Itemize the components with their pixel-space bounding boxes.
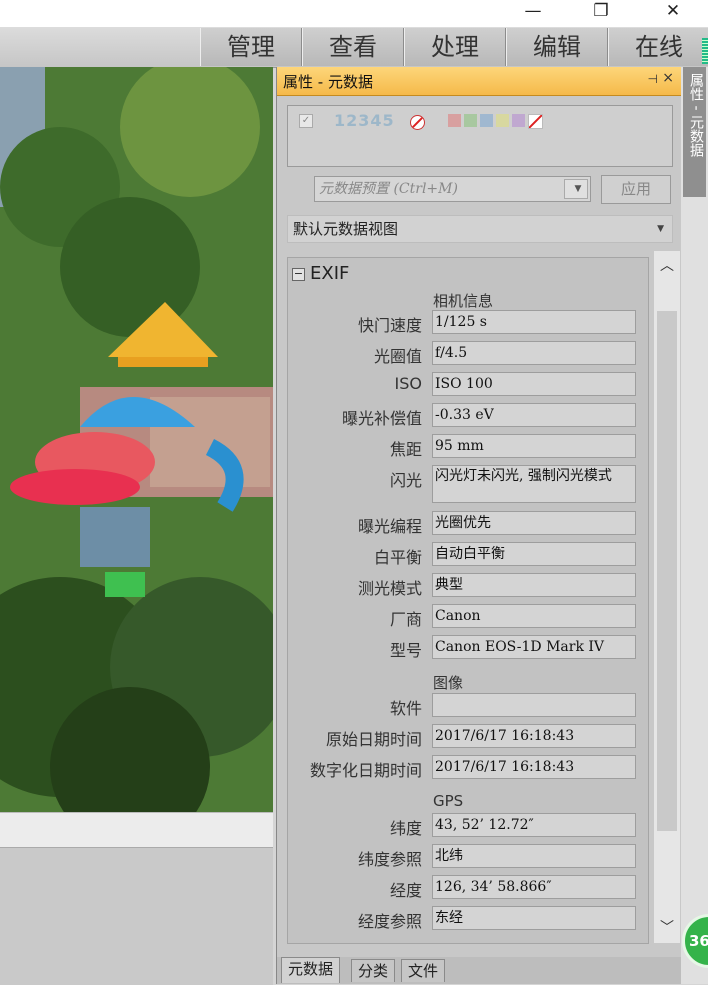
preset-placeholder: 元数据预置 (Ctrl+M) [319,181,458,197]
field-value[interactable]: 2017/6/17 16:18:43 [432,755,636,779]
exif-group-header[interactable]: − EXIF [292,263,349,284]
field-label: 白平衡 [373,548,422,567]
metadata-preset-dropdown[interactable]: 元数据预置 (Ctrl+M) ▼ [314,176,591,202]
field-label: 曝光补偿值 [341,409,422,428]
color-label-5[interactable] [512,114,525,127]
panel-tabs: 元数据 分类 文件 [277,957,682,984]
panel-title: 属性 - 元数据 [283,73,373,91]
field-label: 经度参照 [357,912,422,931]
color-label-1[interactable] [448,114,461,127]
section-image: 图像 [433,674,464,692]
filmstrip-area [0,812,273,848]
section-camera-info: 相机信息 [433,292,494,310]
no-color-label-icon[interactable] [528,114,543,129]
field-value[interactable]: 1/125 s [432,310,636,334]
rating-stars[interactable]: 12345 [334,111,395,130]
metadata-list: − EXIF 相机信息 快门速度 1/125 s 光圈值 f/4.5 ISO ISO 100… [287,257,649,944]
field-value[interactable]: Canon [432,604,636,628]
field-value[interactable]: -0.33 eV [432,403,636,427]
pin-icon[interactable]: ⊣ [648,72,658,86]
exif-label: EXIF [310,263,350,284]
field-label: 焦距 [389,440,422,459]
field-label: 快门速度 [357,316,422,335]
info-area [0,847,273,985]
field-value[interactable]: 95 mm [432,434,636,458]
tab-categories[interactable]: 分类 [351,959,396,982]
sidebar-tab-properties[interactable]: 属性 - 元数据 [683,67,706,197]
field-value[interactable]: 2017/6/17 16:18:43 [432,724,636,748]
field-value[interactable] [432,693,636,717]
minimize-button[interactable]: — [510,0,556,24]
color-label-2[interactable] [464,114,477,127]
mode-tab-process[interactable]: 处理 [404,28,506,66]
photo-image [0,67,273,812]
field-label: 厂商 [389,610,422,629]
scroll-up-icon[interactable]: ︿ [654,251,680,281]
field-label: 型号 [389,641,422,660]
apply-button[interactable]: 应用 [601,175,671,204]
mode-tab-edit[interactable]: 编辑 [506,28,608,66]
mode-tab-manage[interactable]: 管理 [200,28,302,66]
field-value[interactable]: 北纬 [432,844,636,868]
field-label: 光圈值 [373,347,422,366]
field-value[interactable]: 闪光灯未闪光, 强制闪光模式 [432,465,636,503]
title-bar: — ❐ ✕ [0,0,708,27]
field-value[interactable]: Canon EOS-1D Mark IV [432,635,636,659]
field-label: 曝光编程 [357,517,422,536]
activity-meter [702,38,708,64]
metadata-view-selector[interactable]: 默认元数据视图 ▼ [287,215,673,243]
rating-label-box: ✓ 12345 [287,105,673,167]
tab-file[interactable]: 文件 [401,959,446,982]
tab-metadata[interactable]: 元数据 [281,957,341,983]
mode-tab-view[interactable]: 查看 [302,28,404,66]
field-label: 软件 [389,699,422,718]
field-value[interactable]: 126, 34’ 58.866″ [432,875,636,899]
panel-close-icon[interactable]: × [662,70,674,86]
no-rating-icon[interactable] [410,115,425,130]
mode-tab-online[interactable]: 在线 [608,28,708,66]
view-selector-label: 默认元数据视图 [293,220,399,238]
right-dock: 属性 - 元数据 [681,67,708,984]
field-label: ISO [394,374,422,393]
color-label-4[interactable] [496,114,509,127]
scroll-thumb[interactable] [657,311,677,831]
field-label: 纬度 [389,819,422,838]
dropdown-arrow-icon: ▼ [657,224,664,234]
vertical-scrollbar[interactable]: ︿ ﹀ [654,251,680,943]
color-label-3[interactable] [480,114,493,127]
field-value[interactable]: 43, 52’ 12.72″ [432,813,636,837]
field-value[interactable]: 光圈优先 [432,511,636,535]
field-label: 数字化日期时间 [309,761,422,780]
field-value[interactable]: ISO 100 [432,372,636,396]
field-label: 纬度参照 [357,850,422,869]
field-label: 经度 [389,881,422,900]
collapse-icon[interactable]: − [292,268,305,281]
close-window-button[interactable]: ✕ [650,0,696,24]
field-label: 闪光 [389,471,422,490]
mode-tabs-bar: 管理 查看 处理 编辑 在线 [0,27,708,68]
restore-button[interactable]: ❐ [578,0,624,24]
panel-header: 属性 - 元数据 ⊣ × [277,67,682,96]
chevron-down-icon[interactable]: ▼ [564,179,588,199]
field-value[interactable]: 典型 [432,573,636,597]
field-label: 原始日期时间 [325,730,422,749]
field-value[interactable]: 自动白平衡 [432,542,636,566]
section-gps: GPS [433,792,464,810]
properties-panel: 属性 - 元数据 ⊣ × ✓ 12345 元数据预置 (Ctrl+M) ▼ 应用… [276,67,682,984]
field-label: 测光模式 [357,579,422,598]
photo-preview[interactable] [0,67,273,812]
tag-checkbox[interactable]: ✓ [299,114,313,128]
field-value[interactable]: f/4.5 [432,341,636,365]
field-value[interactable]: 东经 [432,906,636,930]
scroll-down-icon[interactable]: ﹀ [654,913,680,943]
